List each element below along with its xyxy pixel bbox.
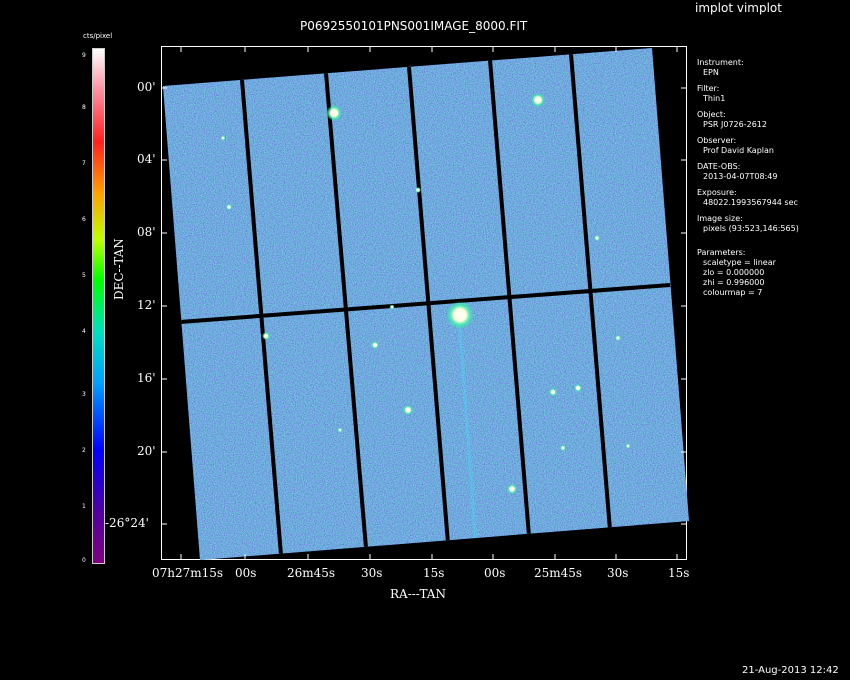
x-tick-label: 07h27m15s bbox=[152, 566, 224, 580]
x-tick-label: 15s bbox=[668, 566, 690, 580]
colorbar-tick: 6 bbox=[82, 216, 86, 223]
observer-value: Prof David Kaplan bbox=[703, 146, 774, 155]
x-tick-label: 15s bbox=[423, 566, 445, 580]
colourmap-value: colourmap = 7 bbox=[703, 288, 763, 297]
x-tick-label: 30s bbox=[607, 566, 629, 580]
colorbar-tick: 3 bbox=[82, 391, 86, 398]
y-tick-label: 04' bbox=[137, 152, 156, 166]
x-tick-label: 26m45s bbox=[287, 566, 336, 580]
observer-label: Observer: bbox=[697, 136, 737, 145]
object-label: Object: bbox=[697, 110, 726, 119]
detector-area bbox=[163, 48, 689, 560]
colorbar-tick: 9 bbox=[82, 52, 86, 59]
image-size-label: Image size: bbox=[697, 214, 743, 223]
date-value: 2013-04-07T08:49 bbox=[703, 172, 778, 181]
exposure-label: Exposure: bbox=[697, 188, 737, 197]
filter-value: Thin1 bbox=[703, 94, 726, 103]
image-size-value: pixels (93:523,146:565) bbox=[703, 224, 799, 233]
instrument-value: EPN bbox=[703, 68, 719, 77]
date-label: DATE-OBS: bbox=[697, 162, 741, 171]
x-tick-label: 00s bbox=[484, 566, 506, 580]
colorbar-tick: 1 bbox=[82, 503, 86, 510]
parameters-label: Parameters: bbox=[697, 248, 746, 257]
colorbar-tick: 5 bbox=[82, 272, 86, 279]
object-value: PSR J0726-2612 bbox=[703, 120, 767, 129]
x-axis-label: RA---TAN bbox=[390, 587, 446, 601]
y-tick-label: 00' bbox=[137, 80, 156, 94]
colorbar-tick: 8 bbox=[82, 104, 86, 111]
colorbar-tick: 0 bbox=[82, 557, 86, 564]
y-tick-label: 08' bbox=[137, 225, 156, 239]
zlo-value: zlo = 0.000000 bbox=[703, 268, 765, 277]
colorbar-tick: 2 bbox=[82, 447, 86, 454]
colorbar-tick: 7 bbox=[82, 160, 86, 167]
x-tick-label: 30s bbox=[361, 566, 383, 580]
zhi-value: zhi = 0.996000 bbox=[703, 278, 765, 287]
y-tick-label: 16' bbox=[137, 371, 156, 385]
exposure-value: 48022.1993567944 sec bbox=[703, 198, 798, 207]
y-tick-label: -26°24' bbox=[105, 516, 149, 530]
info-panel: Instrument: EPN Filter: Thin1 Object: PS… bbox=[697, 58, 799, 298]
y-axis-label: DEC--TAN bbox=[112, 238, 126, 300]
timestamp: 21-Aug-2013 12:42 bbox=[742, 665, 839, 676]
colorbar-tick: 4 bbox=[82, 328, 86, 335]
x-tick-label: 00s bbox=[235, 566, 257, 580]
x-tick-label: 25m45s bbox=[534, 566, 583, 580]
instrument-label: Instrument: bbox=[697, 58, 744, 67]
y-tick-label: 12' bbox=[137, 298, 156, 312]
scaletype-value: scaletype = linear bbox=[703, 258, 776, 267]
filter-label: Filter: bbox=[697, 84, 720, 93]
y-tick-label: 20' bbox=[137, 444, 156, 458]
